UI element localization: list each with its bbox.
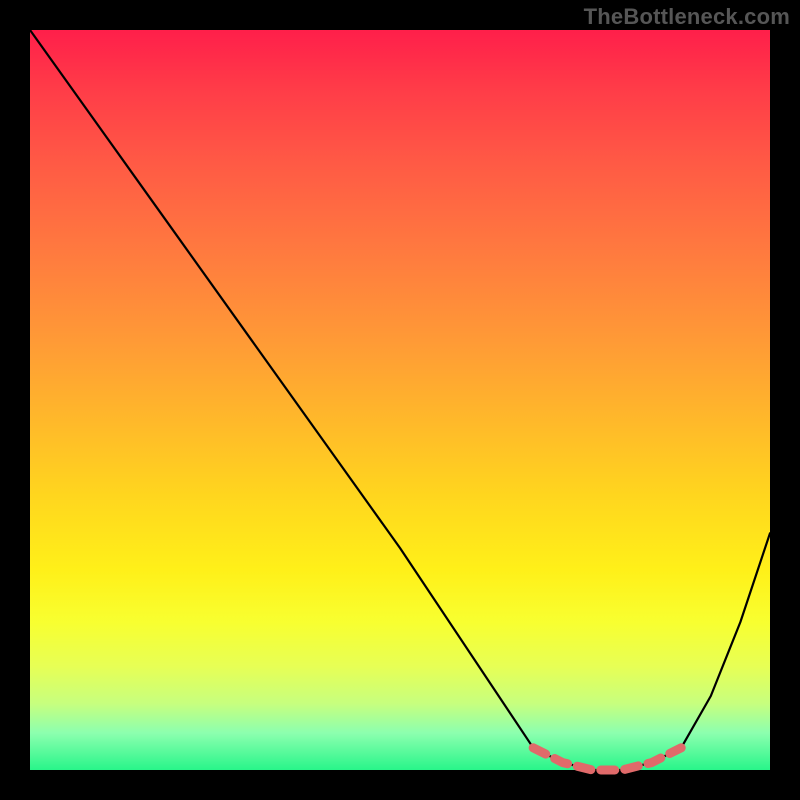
watermark-text: TheBottleneck.com <box>584 4 790 30</box>
bottleneck-curve <box>30 30 770 770</box>
curve-layer <box>30 30 770 770</box>
plot-area <box>30 30 770 770</box>
optimal-zone-marker <box>533 748 681 770</box>
chart-frame: TheBottleneck.com <box>0 0 800 800</box>
